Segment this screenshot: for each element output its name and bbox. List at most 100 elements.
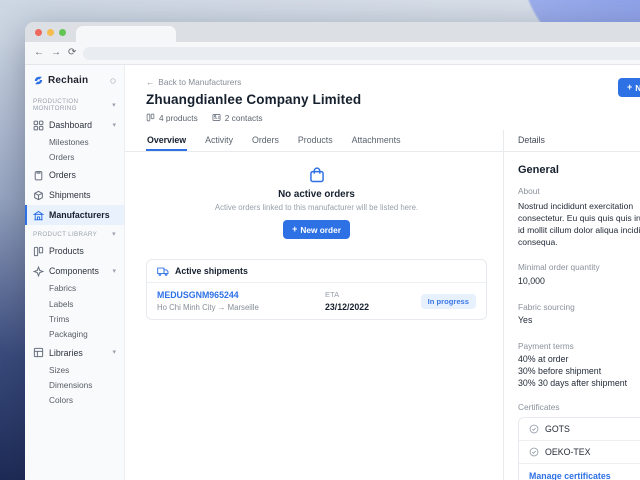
overview-panel: No active orders Active orders linked to… [125,152,503,480]
chevron-down-icon: ▾ [112,102,116,109]
meta-row: 4 products 2 contacts [146,113,640,123]
back-to-manufacturers-link[interactable]: ← Back to Manufacturers [146,77,640,87]
main-content: ← Back to Manufacturers Zhuangdianlee Co… [125,65,640,480]
sidebar-item-shipments[interactable]: Shipments [25,185,124,205]
tab-bar: Overview Activity Orders Products Attach… [125,130,503,152]
chevron-down-icon: ▾ [112,231,116,238]
sidebar-item-label: Dashboard [49,120,92,130]
active-shipments-title: Active shipments [175,266,248,276]
tab-products[interactable]: Products [297,130,334,151]
sidebar-item-label: Shipments [49,190,91,200]
moq-label: Minimal order quantity [518,262,640,272]
moq-value: 10,000 [518,276,640,288]
sidebar-item-label: Products [49,246,84,256]
app-root: Rechain PRODUCTION MONITORING ▾ Dashboar… [25,65,640,480]
tab-orders[interactable]: Orders [251,130,280,151]
app-logo-text: Rechain [48,75,88,86]
new-order-button-label: New order [300,225,341,235]
truck-icon [157,267,169,276]
manufacturers-icon [33,210,44,221]
sidebar-item-products[interactable]: Products [25,241,124,261]
reload-icon[interactable]: ⟳ [68,48,76,58]
minimize-button[interactable] [47,29,54,36]
close-button[interactable] [35,29,42,36]
browser-tab[interactable] [76,26,176,42]
contacts-count-icon [212,113,221,122]
sidebar-item-fabrics[interactable]: Fabrics [25,281,124,296]
active-shipments-header: Active shipments [147,260,486,283]
payment-term: 30% before shipment [518,366,640,376]
new-order-button[interactable]: + New order [283,220,350,239]
address-bar[interactable] [83,47,640,60]
sidebar-item-trims[interactable]: Trims [25,312,124,327]
sidebar-item-components[interactable]: Components ▾ [25,261,124,281]
details-panel: Details General About Nostrud incididunt… [503,130,640,480]
plus-icon: + [292,225,297,234]
libraries-icon [33,347,44,358]
sidebar-item-dashboard[interactable]: Dashboard ▾ [25,115,124,135]
sidebar-section-production-monitoring[interactable]: PRODUCTION MONITORING ▾ [25,92,124,115]
sidebar-item-libraries[interactable]: Libraries ▾ [25,343,124,363]
sidebar-item-colors[interactable]: Colors [25,393,124,408]
sidebar-item-orders[interactable]: Orders [25,165,124,185]
payment-terms-label: Payment terms [518,341,640,351]
contacts-count-label: 2 contacts [225,113,263,123]
page-header: ← Back to Manufacturers Zhuangdianlee Co… [125,65,640,123]
details-tab[interactable]: Details [504,130,640,152]
empty-orders-state: No active orders Active orders linked to… [146,166,487,240]
shipment-id-cell: MEDUSGNM965244 Ho Chi Minh City → Marsei… [157,290,325,312]
tab-overview[interactable]: Overview [146,130,187,151]
back-link-label: Back to Manufacturers [158,77,241,87]
sidebar: Rechain PRODUCTION MONITORING ▾ Dashboar… [25,65,125,480]
tab-attachments[interactable]: Attachments [351,130,402,151]
sidebar-item-milestones[interactable]: Milestones [25,135,124,150]
back-icon[interactable]: ← [34,48,44,58]
certificates-label: Certificates [518,402,640,412]
sidebar-item-labels[interactable]: Labels [25,297,124,312]
section-label: PRODUCT LIBRARY [33,231,97,238]
components-icon [33,266,44,277]
content-columns: Overview Activity Orders Products Attach… [125,130,640,480]
sidebar-item-packaging[interactable]: Packaging [25,327,124,342]
section-label: PRODUCTION MONITORING [33,98,112,112]
empty-state-description: Active orders linked to this manufacture… [146,203,487,212]
desktop-wallpaper: ← → ⟳ Rechain PRODUCTION MONITORING ▾ [0,0,640,480]
browser-window: ← → ⟳ Rechain PRODUCTION MONITORING ▾ [25,22,640,480]
dashboard-icon [33,120,44,131]
orders-icon [33,170,44,181]
main-column: Overview Activity Orders Products Attach… [125,130,503,480]
browser-toolbar: ← → ⟳ [25,42,640,65]
sidebar-item-sizes[interactable]: Sizes [25,363,124,378]
sidebar-item-manufacturers[interactable]: Manufacturers [25,205,124,225]
certificate-row: OEKO-TEX [519,441,640,464]
chevron-down-icon: ▾ [112,122,116,129]
sidebar-item-label: Manufacturers [49,210,110,220]
check-circle-icon [529,447,539,457]
products-icon [33,246,44,257]
products-count-label: 4 products [159,113,198,123]
plus-icon: + [627,83,632,92]
status-badge: In progress [421,294,476,309]
sidebar-item-dimensions[interactable]: Dimensions [25,378,124,393]
shipment-route: Ho Chi Minh City → Marseille [157,303,325,312]
tab-activity[interactable]: Activity [204,130,234,151]
shipment-id-link[interactable]: MEDUSGNM965244 [157,290,325,300]
zoom-button[interactable] [59,29,66,36]
sidebar-toggle-icon[interactable] [110,78,116,84]
sidebar-item-dashboard-orders[interactable]: Orders [25,150,124,165]
sidebar-item-label: Components [49,266,99,276]
about-label: About [518,186,640,196]
about-text: Nostrud incididunt exercitation consecte… [518,200,640,249]
new-order-button-top[interactable]: + New order [618,78,640,97]
certificate-name: OEKO-TEX [545,447,590,457]
chevron-down-icon: ▾ [112,349,116,356]
check-circle-icon [529,424,539,434]
browser-tabbar [25,22,640,42]
certificates-card: GOTS OEKO-TEX Manage certificates [518,417,640,480]
shipments-icon [33,190,44,201]
shopping-bag-icon [308,166,326,184]
sidebar-section-product-library[interactable]: PRODUCT LIBRARY ▾ [25,225,124,241]
manage-certificates-link[interactable]: Manage certificates [519,464,640,480]
fabric-sourcing-value: Yes [518,315,640,327]
forward-icon[interactable]: → [51,48,61,58]
